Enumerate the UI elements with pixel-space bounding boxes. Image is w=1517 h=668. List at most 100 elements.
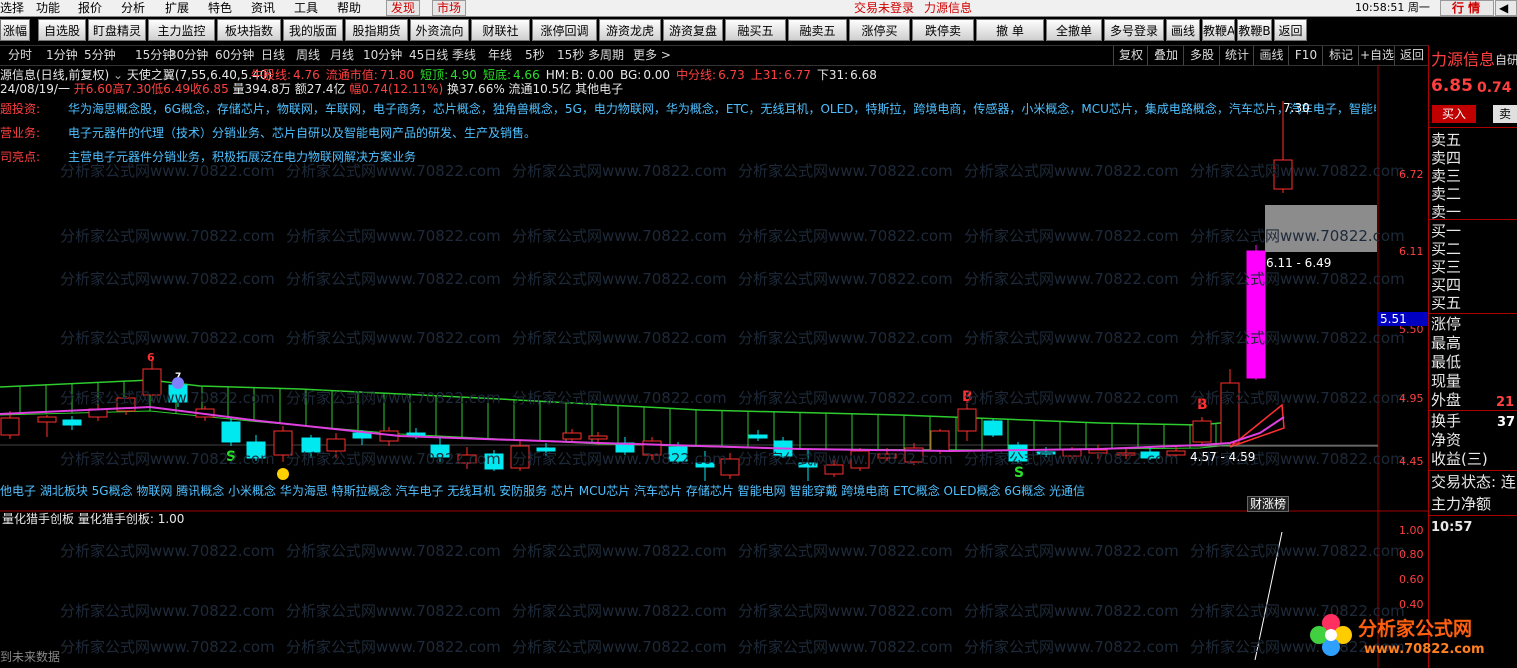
candle bbox=[142, 368, 162, 396]
candle bbox=[246, 441, 266, 459]
chart-tool-1[interactable]: 叠加 bbox=[1147, 46, 1184, 65]
toolbar-button-12[interactable]: 融买五 bbox=[725, 19, 786, 41]
menu-tools[interactable]: 工具 bbox=[294, 0, 318, 16]
candle bbox=[1246, 250, 1266, 379]
menu-extend[interactable]: 扩展 bbox=[165, 0, 189, 16]
close-value: 收6.85 bbox=[189, 82, 229, 96]
stat-4: 外盘 bbox=[1431, 391, 1462, 409]
candle bbox=[695, 462, 715, 468]
candle bbox=[957, 408, 977, 432]
toolbar-button-22[interactable]: 返回 bbox=[1274, 19, 1307, 41]
menu-function[interactable]: 功能 bbox=[36, 0, 60, 16]
buy-mark-1: B bbox=[962, 389, 973, 405]
candle bbox=[37, 416, 57, 423]
sub-tick-3: 0.40 bbox=[1399, 598, 1424, 611]
quote-mode-button[interactable]: 行 情 bbox=[1452, 0, 1480, 16]
period-6[interactable]: 日线 bbox=[261, 46, 285, 65]
stat2-1: 净资 bbox=[1431, 431, 1462, 449]
site-logo-url: www.70822.com bbox=[1364, 642, 1485, 657]
period-13[interactable]: 5秒 bbox=[525, 46, 545, 65]
chart-tool-6[interactable]: 标记 bbox=[1322, 46, 1359, 65]
toolbar-button-6[interactable]: 股指期货 bbox=[345, 19, 408, 41]
bid-level-2: 买三 bbox=[1431, 258, 1462, 276]
period-12[interactable]: 年线 bbox=[488, 46, 512, 65]
period-14[interactable]: 15秒 bbox=[557, 46, 584, 65]
sub-tick-1: 0.80 bbox=[1399, 548, 1424, 561]
menu-feature[interactable]: 特色 bbox=[208, 0, 232, 16]
period-5[interactable]: 60分钟 bbox=[215, 46, 254, 65]
bid-level-1: 买二 bbox=[1431, 240, 1462, 258]
toolbar-button-10[interactable]: 游资龙虎 bbox=[599, 19, 661, 41]
period-8[interactable]: 月线 bbox=[330, 46, 354, 65]
buy-button[interactable]: 买入 bbox=[1432, 105, 1476, 123]
toolbar-button-2[interactable]: 盯盘精灵 bbox=[88, 19, 146, 41]
menu-select[interactable]: 选择 bbox=[0, 0, 24, 16]
toolbar-button-4[interactable]: 板块指数 bbox=[217, 19, 281, 41]
period-4[interactable]: 30分钟 bbox=[169, 46, 208, 65]
candle bbox=[877, 453, 897, 459]
toolbar-button-11[interactable]: 游资复盘 bbox=[663, 19, 723, 41]
dropdown-icon[interactable]: ⌄ bbox=[113, 68, 123, 82]
toolbar-button-18[interactable]: 多号登录 bbox=[1104, 19, 1164, 41]
panel-change: 0.74 bbox=[1477, 80, 1512, 96]
toolbar-button-20[interactable]: 教鞭A bbox=[1202, 19, 1235, 41]
indicator-key: BG: bbox=[619, 68, 642, 82]
period-11[interactable]: 季线 bbox=[452, 46, 476, 65]
toolbar-button-0[interactable]: 涨幅 bbox=[0, 19, 30, 41]
period-10[interactable]: 45日线 bbox=[409, 46, 448, 65]
candle bbox=[1192, 420, 1212, 443]
chart-tool-0[interactable]: 复权 bbox=[1113, 46, 1148, 65]
menu-quote[interactable]: 报价 bbox=[78, 0, 102, 16]
period-15[interactable]: 多周期 bbox=[588, 46, 624, 65]
toolbar-button-15[interactable]: 跌停卖 bbox=[912, 19, 974, 41]
toolbar-button-21[interactable]: 教鞭B bbox=[1237, 19, 1272, 41]
toolbar-button-5[interactable]: 我的版面 bbox=[283, 19, 343, 41]
stat-3: 现量 bbox=[1431, 372, 1462, 390]
menu-discover[interactable]: 发现 bbox=[391, 0, 415, 16]
trade-status-label: 交易状态: 连 bbox=[1431, 473, 1516, 491]
period-7[interactable]: 周线 bbox=[296, 46, 320, 65]
toolbar-button-19[interactable]: 画线 bbox=[1166, 19, 1200, 41]
menu-help[interactable]: 帮助 bbox=[337, 0, 361, 16]
period-2[interactable]: 5分钟 bbox=[84, 46, 116, 65]
toolbar-button-14[interactable]: 涨停买 bbox=[849, 19, 910, 41]
indicator-value: 71.80 bbox=[379, 68, 415, 82]
range-label-bottom: 4.57 - 4.59 bbox=[1190, 450, 1256, 464]
period-9[interactable]: 10分钟 bbox=[363, 46, 402, 65]
toolbar-button-7[interactable]: 外资流向 bbox=[410, 19, 469, 41]
toolbar-button-8[interactable]: 财联社 bbox=[471, 19, 530, 41]
theme-label: 题投资: bbox=[0, 102, 41, 116]
chart-tool-8[interactable]: 返回 bbox=[1394, 46, 1429, 65]
candle bbox=[720, 458, 740, 476]
toolbar-button-13[interactable]: 融卖五 bbox=[788, 19, 847, 41]
rank-button[interactable]: 财涨榜 bbox=[1247, 496, 1290, 512]
chart-tool-4[interactable]: 画线 bbox=[1253, 46, 1289, 65]
chart-tool-3[interactable]: 统计 bbox=[1219, 46, 1254, 65]
menu-news[interactable]: 资讯 bbox=[251, 0, 275, 16]
concept-tags[interactable]: 他电子 湖北板块 5G概念 物联网 腾讯概念 小米概念 华为海思 特斯拉概念 汽… bbox=[0, 484, 1085, 498]
menu-market[interactable]: 市场 bbox=[437, 0, 461, 16]
chart-tool-2[interactable]: 多股 bbox=[1183, 46, 1220, 65]
indicator-key: 牛股线: bbox=[251, 68, 292, 82]
period-0[interactable]: 分时 bbox=[8, 46, 32, 65]
indicator-key: 中分线: bbox=[676, 68, 717, 82]
toolbar-button-3[interactable]: 主力监控 bbox=[148, 19, 215, 41]
menu-analysis[interactable]: 分析 bbox=[121, 0, 145, 16]
sell-button[interactable]: 卖 bbox=[1493, 105, 1517, 123]
period-1[interactable]: 1分钟 bbox=[46, 46, 78, 65]
nav-back-icon[interactable]: ◀ bbox=[1499, 0, 1508, 16]
chart-tool-7[interactable]: +自选 bbox=[1358, 46, 1395, 65]
toolbar-button-9[interactable]: 涨停回调 bbox=[532, 19, 597, 41]
toolbar-button-17[interactable]: 全撤单 bbox=[1046, 19, 1102, 41]
indicator-value: 4.90 bbox=[450, 68, 477, 82]
chart-tool-5[interactable]: F10 bbox=[1288, 46, 1323, 65]
sub-indicator-line bbox=[1254, 531, 1283, 661]
indicator-values: 牛股线: 4.76 流通市值: 71.80 短顶: 4.90 短底: 4.66 HM: B: 0.… bbox=[251, 68, 883, 82]
period-16[interactable]: 更多 > bbox=[633, 46, 671, 65]
sub-tick-0: 1.00 bbox=[1399, 524, 1424, 537]
bar-date: 24/08/19/一 bbox=[0, 82, 70, 96]
toolbar-button-1[interactable]: 自选股 bbox=[38, 19, 86, 41]
outer-value: 21 bbox=[1496, 395, 1515, 410]
toolbar-button-16[interactable]: 撤 单 bbox=[976, 19, 1044, 41]
candle bbox=[1166, 450, 1186, 456]
